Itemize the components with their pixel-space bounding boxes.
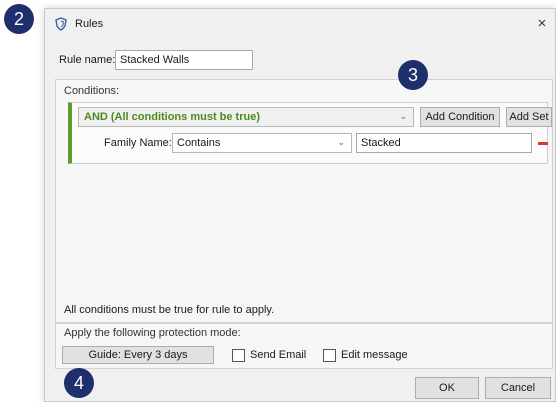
ok-button[interactable]: OK — [415, 377, 479, 399]
conditions-label: Conditions: — [64, 85, 120, 97]
conditions-group: Conditions: AND (All conditions must be … — [55, 79, 553, 323]
callout-badge-3: 3 — [398, 60, 428, 90]
operator-select[interactable]: AND (All conditions must be true) ⌄ — [78, 107, 414, 127]
chevron-down-icon: ⌄ — [399, 111, 407, 121]
protection-mode-button[interactable]: Guide: Every 3 days — [62, 346, 214, 364]
condition-field-label: Family Name: — [104, 137, 172, 149]
rules-dialog: Rules × Rule name: Conditions: AND (All … — [44, 8, 556, 402]
comparator-value: Contains — [177, 137, 221, 149]
add-condition-button[interactable]: Add Condition — [420, 107, 500, 127]
comparator-select[interactable]: Contains ⌄ — [172, 133, 352, 153]
window-title: Rules — [75, 18, 104, 30]
title-bar[interactable]: Rules × — [45, 9, 555, 39]
operator-value: AND (All conditions must be true) — [84, 111, 260, 123]
cancel-button[interactable]: Cancel — [485, 377, 551, 399]
callout-badge-2: 2 — [4, 4, 34, 34]
send-email-label: Send Email — [250, 349, 307, 361]
edit-message-checkbox[interactable] — [323, 349, 336, 362]
protection-label: Apply the following protection mode: — [64, 327, 241, 339]
edit-message-label: Edit message — [341, 349, 408, 361]
remove-condition-icon[interactable] — [538, 142, 548, 145]
close-button[interactable]: × — [531, 13, 553, 35]
chevron-down-icon: ⌄ — [337, 137, 345, 147]
rule-name-input[interactable] — [115, 50, 253, 70]
send-email-checkbox[interactable] — [232, 349, 245, 362]
protection-group: Apply the following protection mode: Gui… — [55, 323, 553, 369]
shield-icon — [55, 17, 67, 31]
rule-name-label: Rule name: — [59, 54, 116, 66]
add-set-button[interactable]: Add Set — [506, 107, 552, 127]
callout-badge-4: 4 — [64, 368, 94, 398]
condition-set: AND (All conditions must be true) ⌄ Add … — [68, 102, 552, 164]
conditions-note: All conditions must be true for rule to … — [64, 304, 275, 316]
condition-value-input[interactable] — [356, 133, 532, 153]
